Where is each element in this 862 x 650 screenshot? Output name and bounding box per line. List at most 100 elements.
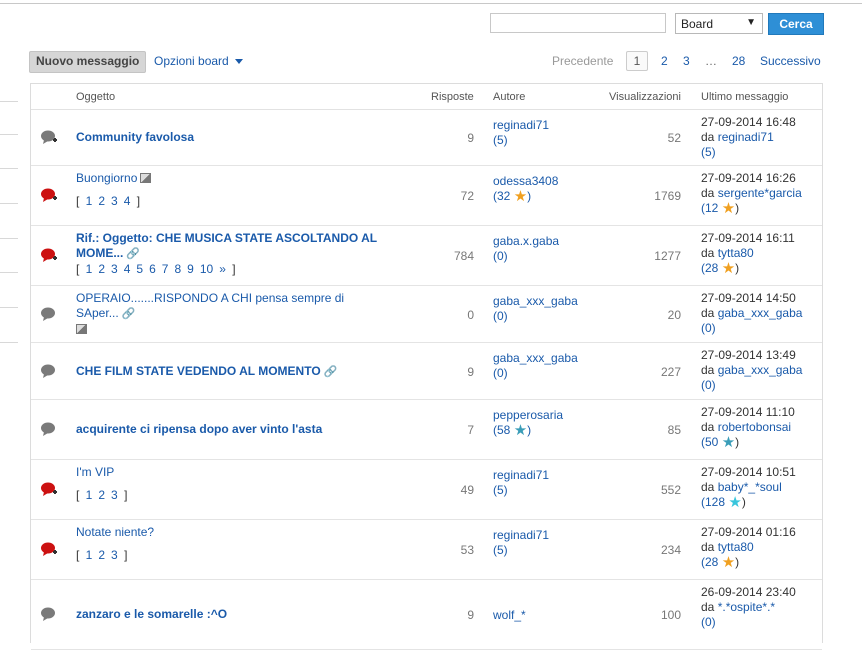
last-message-date: 27-09-2014 13:49 bbox=[701, 348, 796, 362]
last-message-user-link[interactable]: tytta80 bbox=[718, 246, 754, 260]
thread-page-link[interactable]: 1 bbox=[86, 194, 93, 208]
last-message-user-link[interactable]: tytta80 bbox=[718, 540, 754, 554]
rank-star-icon: ★ bbox=[513, 188, 528, 205]
thread-page-link[interactable]: 2 bbox=[98, 488, 105, 502]
last-message-user-link[interactable]: sergente*garcia bbox=[718, 186, 802, 200]
author-link[interactable]: reginadi71 bbox=[493, 468, 549, 482]
last-message-user-count[interactable]: (0) bbox=[701, 321, 716, 335]
column-header-last-message[interactable]: Ultimo messaggio bbox=[701, 91, 788, 103]
last-message-user-count[interactable]: (28 bbox=[701, 261, 718, 275]
author-link[interactable]: odessa3408 bbox=[493, 174, 558, 188]
last-message-user-link[interactable]: robertobonsai bbox=[718, 420, 791, 434]
thread-page-link[interactable]: 6 bbox=[149, 262, 156, 276]
last-message-date: 27-09-2014 11:10 bbox=[701, 405, 795, 419]
last-message-prefix: da bbox=[701, 186, 715, 200]
thread-title-link[interactable]: CHE FILM STATE VEDENDO AL MOMENTO bbox=[76, 364, 321, 378]
author-post-count[interactable]: (0) bbox=[493, 366, 508, 380]
thread-title-link[interactable]: Community favolosa bbox=[76, 130, 194, 144]
author-post-count[interactable]: (58 bbox=[493, 423, 510, 437]
thread-page-link[interactable]: 1 bbox=[86, 488, 93, 502]
rank-star-icon: ★ bbox=[513, 422, 528, 439]
views-count: 85 bbox=[667, 423, 681, 437]
author-link[interactable]: gaba.x.gaba bbox=[493, 234, 559, 248]
new-message-button[interactable]: Nuovo messaggio bbox=[29, 51, 147, 73]
last-message-user-count[interactable]: (12 bbox=[701, 201, 718, 215]
column-header-subject[interactable]: Oggetto bbox=[76, 91, 115, 103]
table-row: Community favolosa 9 reginadi71 (5) 52 27-09-… bbox=[31, 110, 822, 166]
search-button[interactable]: Cerca bbox=[768, 13, 824, 35]
thread-title-link[interactable]: acquirente ci ripensa dopo aver vinto l'… bbox=[76, 422, 322, 436]
thread-page-link[interactable]: 2 bbox=[98, 548, 105, 562]
last-message-user-count[interactable]: (0) bbox=[701, 378, 716, 392]
author-link[interactable]: gaba_xxx_gaba bbox=[493, 294, 578, 308]
last-message-user-link[interactable]: gaba_xxx_gaba bbox=[718, 306, 803, 320]
author-link[interactable]: reginadi71 bbox=[493, 528, 549, 542]
author-post-count[interactable]: (5) bbox=[493, 543, 508, 557]
author-link[interactable]: wolf_* bbox=[493, 608, 526, 622]
thread-page-link[interactable]: 5 bbox=[136, 262, 143, 276]
last-message-user-link[interactable]: reginadi71 bbox=[718, 130, 774, 144]
author-post-count[interactable]: (0) bbox=[493, 309, 508, 323]
last-message-prefix: da bbox=[701, 130, 715, 144]
chat-red-hot-new-icon bbox=[40, 481, 58, 499]
thread-page-link[interactable]: 10 bbox=[200, 262, 213, 276]
last-message-user-count[interactable]: (5) bbox=[701, 145, 716, 159]
thread-title-link[interactable]: Notate niente? bbox=[76, 525, 154, 539]
column-header-views[interactable]: Visualizzazioni bbox=[609, 91, 681, 103]
thread-page-link[interactable]: 3 bbox=[111, 488, 118, 502]
pagination-next[interactable]: Successivo bbox=[760, 54, 821, 68]
thread-page-link[interactable]: 1 bbox=[86, 548, 93, 562]
thread-page-link[interactable]: 3 bbox=[111, 194, 118, 208]
thread-page-link[interactable]: » bbox=[219, 262, 226, 276]
column-header-replies[interactable]: Risposte bbox=[431, 91, 474, 103]
last-message-user-count[interactable]: (28 bbox=[701, 555, 718, 569]
thread-title-cell: OPERAIO.......RISPONDO A CHI pensa sempr… bbox=[76, 291, 396, 337]
rank-star-icon: ★ bbox=[721, 200, 736, 217]
last-message-user-link[interactable]: *.*ospite*.* bbox=[718, 600, 775, 614]
last-message-user-link[interactable]: gaba_xxx_gaba bbox=[718, 363, 803, 377]
author-link[interactable]: pepperosaria bbox=[493, 408, 563, 422]
thread-page-link[interactable]: 1 bbox=[86, 262, 93, 276]
thread-page-link[interactable]: 7 bbox=[162, 262, 169, 276]
thread-title-link[interactable]: OPERAIO.......RISPONDO A CHI pensa sempr… bbox=[76, 291, 344, 320]
last-message-user-count[interactable]: (50 bbox=[701, 435, 718, 449]
board-options-label: Opzioni board bbox=[154, 54, 229, 68]
thread-page-link[interactable]: 3 bbox=[111, 262, 118, 276]
thread-title-link[interactable]: Buongiorno bbox=[76, 171, 137, 185]
thread-title-link[interactable]: zanzaro e le somarelle :^O bbox=[76, 607, 227, 621]
board-options-menu[interactable]: Opzioni board bbox=[154, 54, 243, 68]
thread-page-link[interactable]: 2 bbox=[98, 194, 105, 208]
last-message-prefix: da bbox=[701, 306, 715, 320]
author-link[interactable]: reginadi71 bbox=[493, 118, 549, 132]
author-post-count[interactable]: (5) bbox=[493, 483, 508, 497]
author-cell: reginadi71 (5) bbox=[493, 468, 549, 498]
pagination-page-3[interactable]: 3 bbox=[683, 54, 690, 68]
thread-page-link[interactable]: 4 bbox=[124, 194, 131, 208]
search-input[interactable] bbox=[490, 13, 666, 33]
last-message-user-link[interactable]: baby*_*soul bbox=[718, 480, 782, 494]
chat-grey-new-icon bbox=[40, 129, 58, 147]
last-message-user-count[interactable]: (128 bbox=[701, 495, 725, 509]
thread-pages: [ 1234 ] bbox=[76, 194, 141, 208]
views-count: 1277 bbox=[654, 249, 681, 263]
author-post-count[interactable]: (0) bbox=[493, 249, 508, 263]
thread-page-link[interactable]: 2 bbox=[98, 262, 105, 276]
thread-title-link[interactable]: Rif.: Oggetto: CHE MUSICA STATE ASCOLTAN… bbox=[76, 231, 377, 260]
views-count: 1769 bbox=[654, 189, 681, 203]
author-link[interactable]: gaba_xxx_gaba bbox=[493, 351, 578, 365]
pagination-page-2[interactable]: 2 bbox=[661, 54, 668, 68]
thread-title-cell: zanzaro e le somarelle :^O bbox=[76, 607, 396, 622]
pagination-page-28[interactable]: 28 bbox=[732, 54, 745, 68]
author-post-count[interactable]: (32 bbox=[493, 189, 510, 203]
thread-page-link[interactable]: 3 bbox=[111, 548, 118, 562]
thread-title-link[interactable]: I'm VIP bbox=[76, 465, 114, 479]
last-message-prefix: da bbox=[701, 363, 715, 377]
thread-page-link[interactable]: 8 bbox=[174, 262, 181, 276]
author-post-count[interactable]: (5) bbox=[493, 133, 508, 147]
thread-page-link[interactable]: 4 bbox=[124, 262, 131, 276]
search-scope-select[interactable]: Board ▼ bbox=[675, 13, 763, 34]
column-header-author[interactable]: Autore bbox=[493, 91, 525, 103]
pagination-previous: Precedente bbox=[552, 54, 614, 68]
thread-page-link[interactable]: 9 bbox=[187, 262, 194, 276]
last-message-cell: 27-09-2014 11:10 da robertobonsai (50 ★) bbox=[701, 405, 795, 451]
